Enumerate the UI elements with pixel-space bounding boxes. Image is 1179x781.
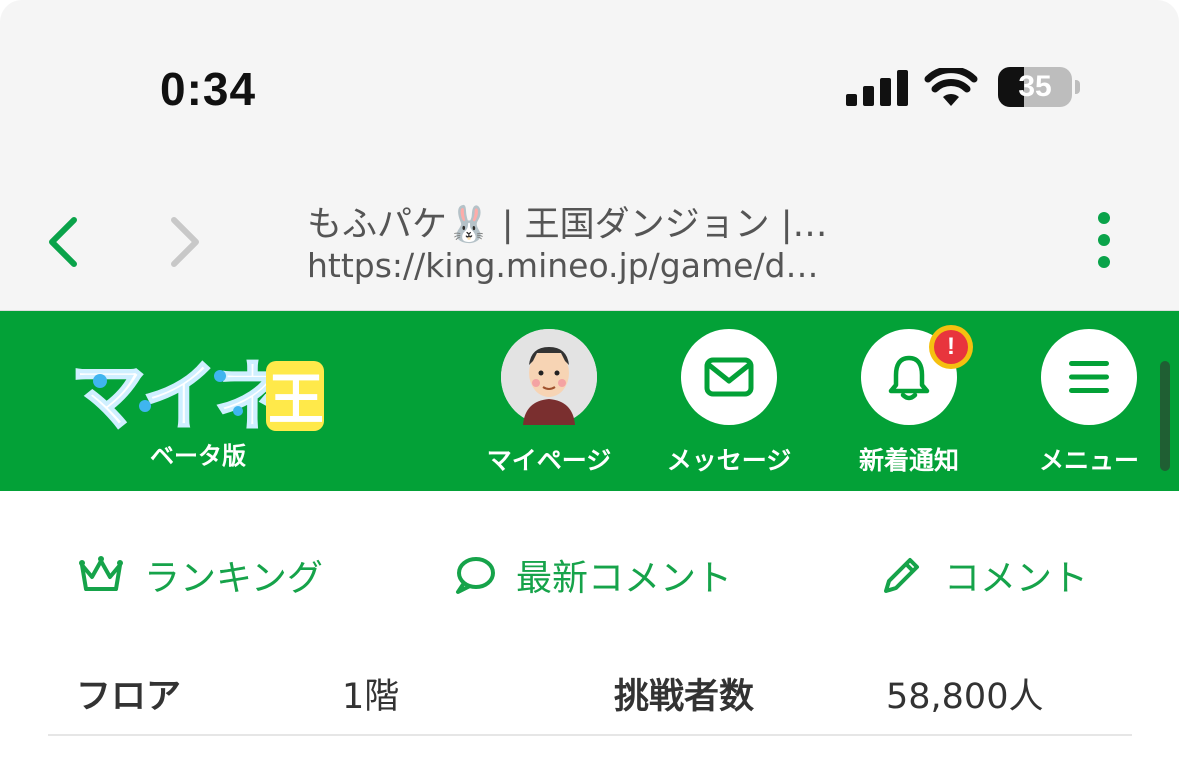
speech-bubble-icon [456,557,495,594]
back-arrow-icon[interactable] [40,212,88,272]
comment-label: コメント [944,558,1089,599]
beta-label: ベータ版 [150,442,246,470]
svg-text:マイネ: マイネ [70,352,287,441]
forward-arrow-icon[interactable] [160,212,208,272]
battery-percent: 35 [1018,70,1052,103]
pencil-icon [884,558,919,593]
challengers-value: 58,800人 [886,677,1044,717]
comment-link[interactable]: コメント [880,535,1088,615]
crown-icon [79,556,123,591]
message-button[interactable]: メッセージ [654,329,804,479]
wifi-icon [924,68,978,106]
notification-badge-text: ! [934,330,968,364]
page-title[interactable]: もふパケ🐰 | 王国ダンジョン |… [307,196,887,247]
ranking-link[interactable]: ランキング [78,535,323,615]
more-options-icon[interactable] [1092,212,1116,272]
bell-icon [888,355,930,401]
page-url[interactable]: https://king.mineo.jp/game/d… [307,246,887,285]
svg-text:王: 王 [268,368,324,433]
mypage-button[interactable]: マイページ [474,329,624,479]
mypage-label: マイページ [486,446,612,475]
latest-comments-label: 最新コメント [516,558,733,599]
action-row: ランキング 最新コメント コメント [0,535,1179,615]
challengers-label: 挑戦者数 [614,677,755,717]
latest-comments-link[interactable]: 最新コメント [454,535,732,615]
mail-icon [704,357,754,397]
notifications-button[interactable]: ! 新着通知 [834,325,984,479]
notification-badge: ! [929,325,973,369]
floor-label: フロア [76,677,182,717]
notifications-label: 新着通知 [858,446,959,475]
mineo-logo[interactable]: マイネ 王 [70,341,330,441]
status-time: 0:34 [160,63,257,115]
hamburger-icon [1069,361,1109,393]
menu-label: メニュー [1038,446,1139,475]
floor-value: 1階 [342,677,400,717]
browser-chrome: 0:34 35 もふパケ🐰 | 王国ダンジョン |… https://king.… [0,0,1179,312]
cellular-signal-icon [846,70,908,106]
message-label: メッセージ [666,446,792,475]
dungeon-info-row: フロア 1階 挑戦者数 58,800人 [48,650,1132,736]
scrollbar[interactable] [1160,361,1170,471]
ranking-label: ランキング [144,558,323,599]
battery-indicator: 35 [998,67,1082,109]
site-header: マイネ 王 ベータ版 マイページ メッセージ ! 新着通知 メニュー [0,311,1179,491]
menu-button[interactable]: メニュー [1014,329,1164,479]
avatar [501,329,597,425]
